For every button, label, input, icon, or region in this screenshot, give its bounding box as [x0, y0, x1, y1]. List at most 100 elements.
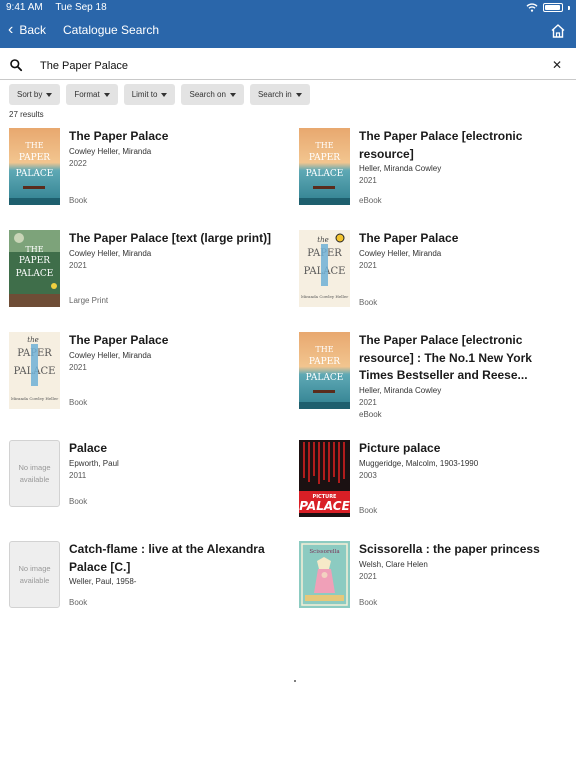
- result-author: Cowley Heller, Miranda: [359, 248, 442, 258]
- limit-to-label: Limit to: [131, 90, 158, 99]
- result-title[interactable]: The Paper Palace: [69, 128, 279, 146]
- book-cover[interactable]: Scissorella: [299, 541, 350, 618]
- caret-down-icon: [46, 92, 53, 97]
- status-indicators: [526, 3, 570, 12]
- book-cover[interactable]: No image available: [9, 440, 60, 517]
- result-item[interactable]: THE PAPER PALACE The Paper Palace Cowley…: [9, 128, 279, 218]
- svg-text:PALACE: PALACE: [306, 169, 344, 179]
- result-title[interactable]: Picture palace: [359, 440, 569, 458]
- caret-down-icon: [229, 92, 236, 97]
- result-title[interactable]: The Paper Palace [electronic resource]: [359, 128, 569, 163]
- result-author: Heller, Miranda Cowley: [359, 164, 442, 173]
- result-format: Book: [359, 298, 378, 307]
- result-year: 2003: [359, 470, 377, 480]
- svg-text:PALACE: PALACE: [306, 373, 344, 383]
- book-cover[interactable]: THE PAPER PALACE: [9, 230, 60, 307]
- result-author: Cowley Heller, Miranda: [69, 146, 152, 156]
- result-item[interactable]: Scissorella Scissorella : the paper prin…: [299, 541, 569, 631]
- result-title[interactable]: The Paper Palace: [359, 230, 569, 248]
- svg-text:THE: THE: [25, 141, 43, 150]
- result-year: 2021: [69, 362, 87, 372]
- result-item[interactable]: the PAPER PALACE Miranda Cowley Heller T…: [9, 332, 279, 422]
- svg-text:PALACE: PALACE: [16, 169, 54, 179]
- result-title[interactable]: The Paper Palace: [69, 332, 279, 350]
- result-year: 2021: [69, 260, 87, 270]
- cover-image: the PAPER PALACE Miranda Cowley Heller: [9, 332, 60, 409]
- result-author: Heller, Miranda Cowley: [359, 385, 442, 395]
- status-bar: 9:41 AM Tue Sep 18: [6, 2, 117, 14]
- result-item[interactable]: THE PAPER PALACE The Paper Palace [text …: [9, 230, 279, 320]
- result-year: 2021: [359, 260, 377, 270]
- result-year: 2021: [359, 397, 377, 407]
- result-year: 2021: [359, 176, 377, 185]
- svg-text:THE: THE: [25, 245, 43, 254]
- result-title[interactable]: Catch-flame : live at the Alexandra Pala…: [69, 541, 279, 576]
- book-cover[interactable]: THE PAPER PALACE: [299, 332, 350, 409]
- svg-text:PAPER: PAPER: [309, 357, 340, 367]
- book-cover[interactable]: THE PAPER PALACE: [299, 128, 350, 205]
- cover-image: THE PAPER PALACE: [299, 332, 350, 409]
- result-format: eBook: [359, 409, 382, 419]
- result-title[interactable]: The Paper Palace [text (large print)]: [69, 230, 279, 248]
- search-input[interactable]: [40, 56, 520, 76]
- limit-to-dropdown[interactable]: Limit to: [123, 84, 176, 105]
- svg-text:PAPER: PAPER: [309, 153, 340, 163]
- book-cover[interactable]: THE PAPER PALACE: [9, 128, 60, 205]
- search-on-label: Search on: [189, 90, 226, 99]
- result-item[interactable]: THE PAPER PALACE The Paper Palace [elect…: [299, 128, 569, 218]
- result-author: Epworth, Paul: [69, 458, 119, 468]
- result-item[interactable]: PICTURE PALACE Picture palace Muggeridge…: [299, 440, 569, 530]
- result-format: Book: [359, 506, 378, 515]
- home-icon[interactable]: [549, 22, 567, 40]
- format-dropdown[interactable]: Format: [66, 84, 118, 105]
- result-author: Cowley Heller, Miranda: [69, 248, 152, 258]
- search-on-dropdown[interactable]: Search on: [181, 84, 244, 105]
- chevron-left-icon: ‹: [8, 21, 14, 38]
- svg-text:the: the: [27, 336, 38, 344]
- status-date: Tue Sep 18: [55, 2, 107, 13]
- caret-down-icon: [103, 92, 110, 97]
- back-label: Back: [19, 23, 47, 37]
- result-author: Welsh, Clare Helen: [359, 559, 428, 569]
- result-format: Book: [69, 598, 88, 607]
- result-author: Cowley Heller, Miranda: [69, 350, 152, 360]
- format-label: Format: [74, 90, 100, 99]
- result-format: Book: [69, 497, 88, 506]
- cover-image: PICTURE PALACE: [299, 440, 350, 517]
- result-item[interactable]: No image available Palace Epworth, Paul …: [9, 440, 279, 530]
- filter-bar: Sort by Format Limit to Search on Search…: [9, 84, 310, 105]
- search-in-dropdown[interactable]: Search in: [249, 84, 310, 105]
- battery-icon: [543, 3, 563, 12]
- result-title[interactable]: Scissorella : the paper princess: [359, 541, 569, 559]
- result-author: Weller, Paul, 1958-: [69, 577, 137, 586]
- book-cover[interactable]: PICTURE PALACE: [299, 440, 350, 517]
- result-year: 2011: [69, 470, 87, 480]
- book-cover[interactable]: the PAPER PALACE Miranda Cowley Heller: [9, 332, 60, 409]
- sort-by-dropdown[interactable]: Sort by: [9, 84, 61, 105]
- svg-text:PAPER: PAPER: [19, 153, 50, 163]
- battery-tip: [568, 5, 570, 10]
- result-item[interactable]: the PAPER PALACE Miranda Cowley Heller T…: [299, 230, 569, 320]
- loading-indicator: [294, 680, 296, 682]
- book-cover[interactable]: the PAPER PALACE Miranda Cowley Heller: [299, 230, 350, 307]
- wifi-icon: [526, 3, 538, 12]
- sort-by-label: Sort by: [17, 90, 43, 99]
- no-image-placeholder: No image available: [9, 541, 60, 608]
- result-item[interactable]: No image available Catch-flame : live at…: [9, 541, 279, 631]
- book-cover[interactable]: No image available: [9, 541, 60, 618]
- result-format: Book: [69, 196, 88, 205]
- cover-image: THE PAPER PALACE: [299, 128, 350, 205]
- result-item[interactable]: THE PAPER PALACE The Paper Palace [elect…: [299, 332, 569, 422]
- svg-text:PALACE: PALACE: [299, 499, 350, 513]
- result-title[interactable]: Palace: [69, 440, 279, 458]
- svg-text:THE: THE: [315, 345, 333, 354]
- caret-down-icon: [295, 92, 302, 97]
- status-time: 9:41 AM: [6, 2, 43, 13]
- search-icon: [10, 59, 23, 72]
- result-year: 2022: [69, 158, 87, 168]
- result-year: 2021: [359, 571, 377, 581]
- back-button[interactable]: ‹ Back: [8, 22, 46, 38]
- no-image-placeholder: No image available: [9, 440, 60, 507]
- result-title[interactable]: The Paper Palace [electronic resource] :…: [359, 332, 569, 385]
- clear-search-icon[interactable]: ✕: [552, 58, 562, 72]
